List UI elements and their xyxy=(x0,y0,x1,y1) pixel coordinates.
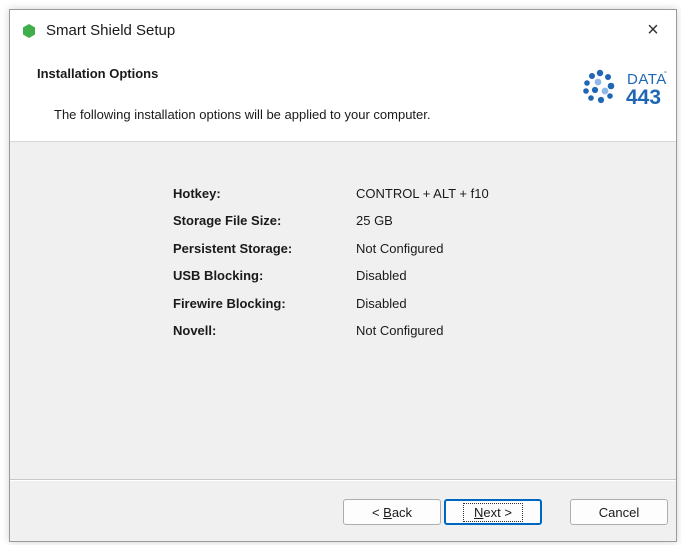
close-icon: × xyxy=(647,18,659,41)
back-mnemonic: B xyxy=(383,504,392,520)
window-title: Smart Shield Setup xyxy=(46,22,176,39)
options-panel: Hotkey: CONTROL + ALT + f10 Storage File… xyxy=(10,143,676,488)
option-value: 25 GB xyxy=(356,212,393,228)
next-rest: ext > xyxy=(483,504,512,520)
option-label: Hotkey: xyxy=(173,185,221,201)
title-bar[interactable]: Smart Shield Setup × xyxy=(10,10,676,50)
option-value: CONTROL + ALT + f10 xyxy=(356,185,489,201)
option-row-hotkey: Hotkey: CONTROL + ALT + f10 xyxy=(173,183,489,203)
close-button[interactable]: × xyxy=(630,10,676,50)
next-focus-rect: Next > xyxy=(463,502,523,522)
option-value: Not Configured xyxy=(356,240,444,256)
option-row-storage-size: Storage File Size: 25 GB xyxy=(173,210,393,230)
option-value: Disabled xyxy=(356,295,407,311)
next-mnemonic: N xyxy=(474,504,484,520)
option-row-persistent-storage: Persistent Storage: Not Configured xyxy=(173,238,443,258)
option-label: Firewire Blocking: xyxy=(173,295,286,311)
option-label: Storage File Size: xyxy=(173,212,282,228)
option-label: USB Blocking: xyxy=(173,267,264,283)
page-subtitle: The following installation options will … xyxy=(54,107,431,122)
option-row-novell: Novell: Not Configured xyxy=(173,320,443,340)
logo-text-bottom: 443 xyxy=(626,86,661,109)
option-value: Disabled xyxy=(356,267,407,283)
option-label: Novell: xyxy=(173,322,217,338)
option-row-usb-blocking: USB Blocking: Disabled xyxy=(173,265,407,285)
back-rest: ack xyxy=(391,504,413,520)
app-shield-icon xyxy=(23,24,35,38)
back-button[interactable]: < Back xyxy=(343,499,441,525)
option-label: Persistent Storage: xyxy=(173,240,293,256)
cancel-button[interactable]: Cancel xyxy=(570,499,668,525)
setup-window: Smart Shield Setup × Installation Option… xyxy=(9,9,677,542)
header-banner: Installation Options The following insta… xyxy=(10,50,676,142)
data443-logo: DATA ° 443 xyxy=(583,69,667,109)
next-button[interactable]: Next > xyxy=(444,499,542,525)
back-prefix: < xyxy=(371,504,384,520)
footer-divider xyxy=(10,479,676,481)
page-title: Installation Options xyxy=(37,66,159,81)
option-row-firewire-blocking: Firewire Blocking: Disabled xyxy=(173,293,407,313)
logo-mark: ° xyxy=(664,70,667,78)
option-value: Not Configured xyxy=(356,322,444,338)
